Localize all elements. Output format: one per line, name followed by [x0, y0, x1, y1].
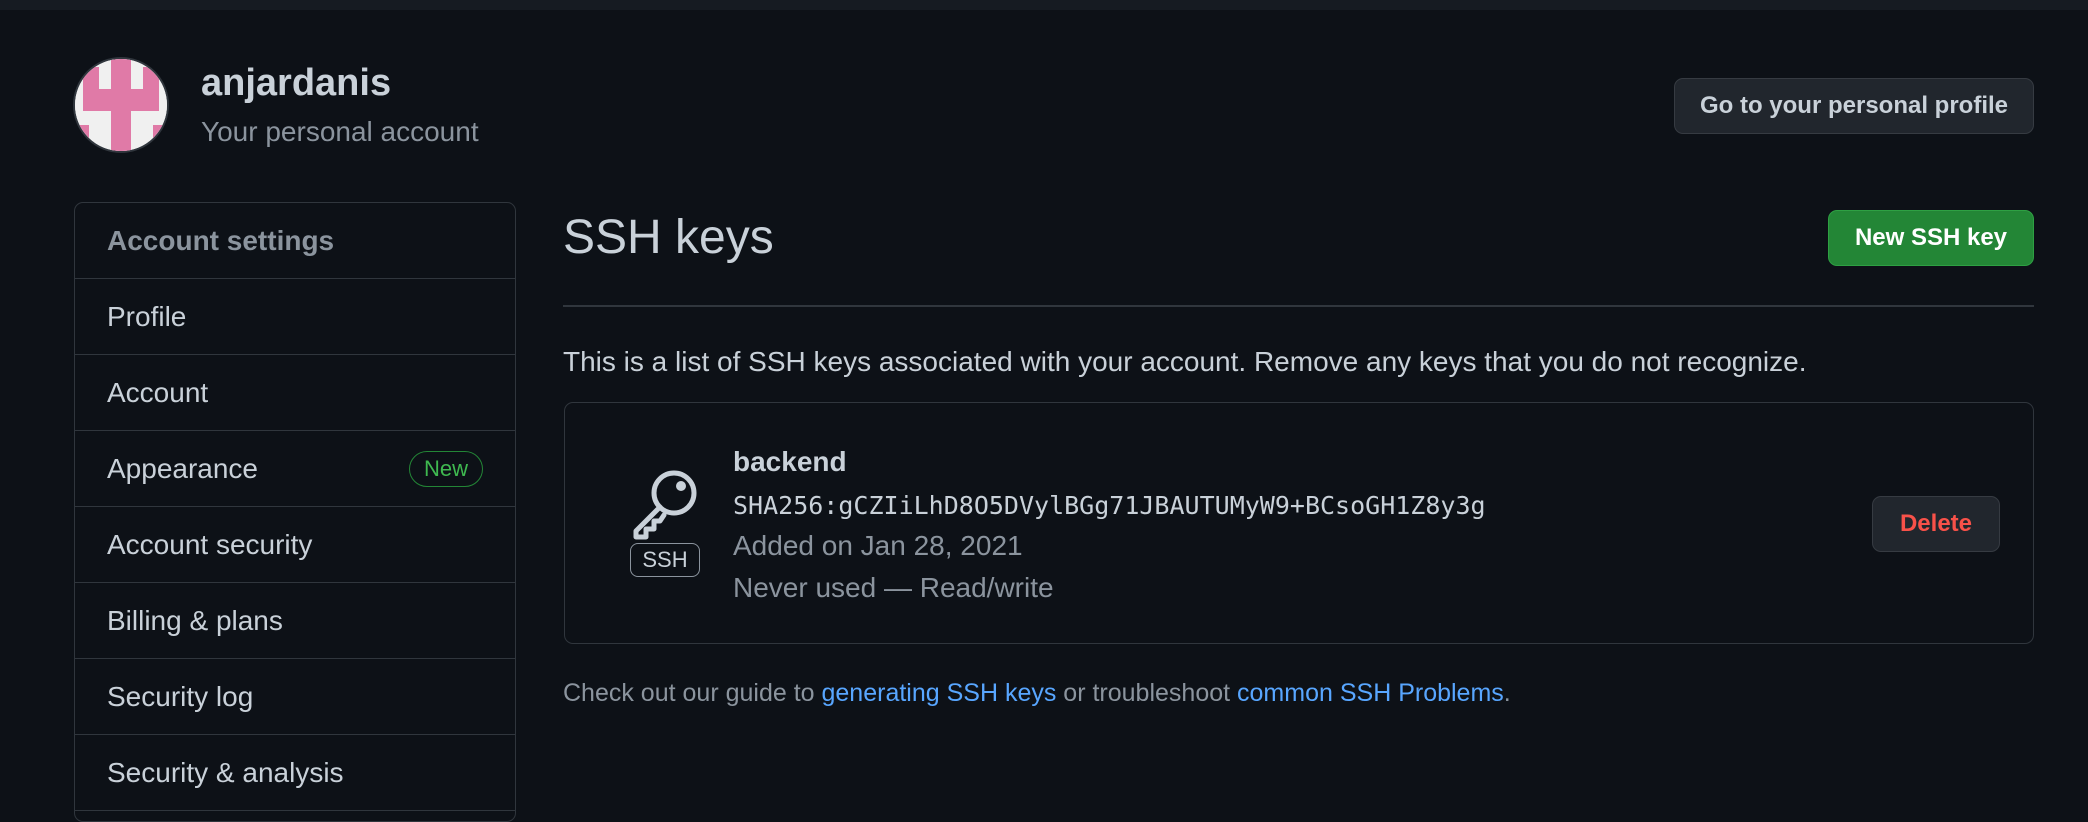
sidebar-item-label: Security log [107, 680, 254, 712]
page-title: SSH keys [563, 211, 774, 264]
ssh-type-label: SSH [630, 543, 700, 577]
sidebar-item-account-security[interactable]: Account security [75, 507, 515, 583]
ssh-key-added-date: Added on Jan 28, 2021 [733, 530, 1023, 561]
top-bar [0, 0, 2088, 10]
help-note-prefix: Check out our guide to [563, 679, 822, 707]
sidebar-item-label: Profile [107, 300, 187, 332]
avatar[interactable] [73, 57, 169, 153]
sidebar-item-label: Account security [107, 528, 313, 560]
sidebar-item-label: Billing & plans [107, 604, 283, 636]
key-icon [633, 470, 697, 540]
sidebar-item-profile[interactable]: Profile [75, 279, 515, 355]
help-note-middle: or troubleshoot [1056, 679, 1238, 707]
delete-ssh-key-button[interactable]: Delete [1872, 496, 2000, 552]
common-ssh-problems-link[interactable]: common SSH Problems [1237, 679, 1504, 707]
identicon-avatar-icon [75, 59, 167, 151]
ssh-key-list [564, 402, 2034, 644]
username[interactable]: anjardanis [201, 62, 391, 105]
settings-sidebar: Account settings Profile Account Appeara… [74, 202, 516, 822]
sidebar-item-appearance[interactable]: Appearance New [75, 431, 515, 507]
ssh-key-usage: Never used — Read/write [733, 572, 1054, 603]
account-subtitle: Your personal account [201, 116, 479, 147]
help-note: Check out our guide to generating SSH ke… [563, 679, 1511, 708]
help-note-suffix: . [1503, 679, 1511, 707]
sidebar-item-security-analysis[interactable]: Security & analysis [75, 735, 515, 811]
sidebar-item-security-log[interactable]: Security log [75, 659, 515, 735]
sidebar-item-label: Appearance [107, 452, 259, 484]
sidebar-item-billing[interactable]: Billing & plans [75, 583, 515, 659]
ssh-key-title: backend [733, 446, 847, 477]
divider [563, 305, 2034, 307]
sidebar-item-label: Account [107, 376, 209, 408]
new-ssh-key-button[interactable]: New SSH key [1828, 210, 2034, 266]
generating-ssh-keys-link[interactable]: generating SSH keys [822, 679, 1057, 707]
sidebar-item-label: Security & analysis [107, 756, 344, 788]
new-badge: New [408, 450, 483, 487]
go-to-profile-button[interactable]: Go to your personal profile [1674, 78, 2034, 134]
sidebar-item-account[interactable]: Account [75, 355, 515, 431]
ssh-key-fingerprint: SHA256:gCZIiLhD8O5DVylBGg71JBAUTUMyW9+BC… [733, 491, 1486, 520]
sidebar-heading: Account settings [75, 203, 515, 279]
page-description: This is a list of SSH keys associated wi… [563, 346, 1807, 377]
